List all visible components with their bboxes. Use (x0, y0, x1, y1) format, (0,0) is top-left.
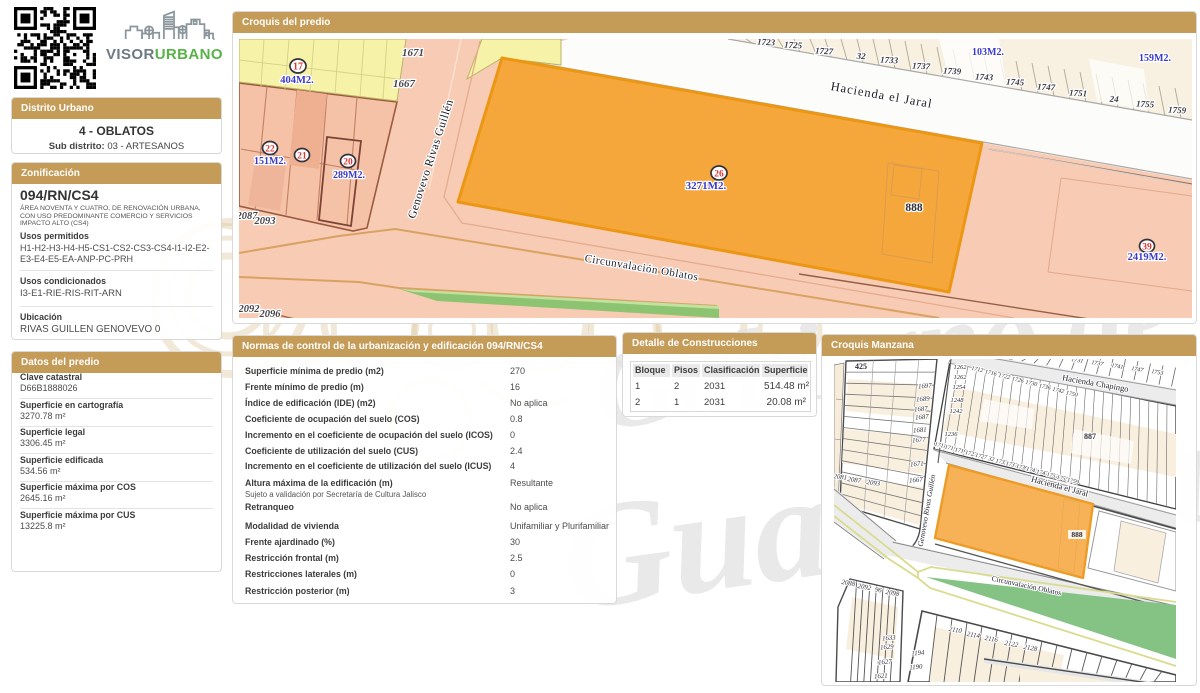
svg-text:17: 17 (293, 62, 303, 73)
svg-text:1697: 1697 (918, 382, 933, 390)
svg-text:1723: 1723 (757, 39, 776, 47)
svg-text:404M2.: 404M2. (280, 75, 314, 86)
svg-text:2096: 2096 (259, 309, 282, 318)
svg-text:1671: 1671 (910, 461, 924, 469)
svg-text:20: 20 (343, 158, 353, 168)
svg-text:1254: 1254 (953, 384, 967, 391)
svg-text:26: 26 (714, 170, 724, 180)
svg-text:1727: 1727 (815, 46, 834, 57)
svg-text:1671: 1671 (402, 47, 424, 59)
svg-text:1242: 1242 (950, 408, 964, 415)
svg-text:1687: 1687 (915, 413, 930, 421)
svg-text:103M2.: 103M2. (972, 47, 1004, 58)
svg-text:3271M2.: 3271M2. (686, 180, 727, 192)
svg-text:888: 888 (905, 202, 923, 214)
svg-text:2093: 2093 (254, 216, 276, 227)
svg-text:1190: 1190 (909, 664, 923, 672)
svg-text:1236: 1236 (945, 431, 959, 438)
svg-text:1629: 1629 (880, 643, 895, 651)
svg-text:1667: 1667 (393, 78, 416, 90)
svg-text:1681: 1681 (913, 427, 927, 435)
svg-text:1759: 1759 (1168, 105, 1187, 116)
svg-text:1262: 1262 (954, 364, 968, 371)
svg-text:1733: 1733 (880, 55, 899, 66)
svg-text:1667: 1667 (909, 476, 924, 484)
svg-text:1677: 1677 (912, 436, 927, 444)
svg-text:39: 39 (1142, 243, 1152, 253)
svg-text:21: 21 (297, 152, 307, 162)
svg-text:1633: 1633 (882, 634, 897, 642)
svg-text:1751: 1751 (1069, 88, 1087, 99)
svg-text:VISORURBANO: VISORURBANO (106, 46, 223, 62)
svg-text:1689: 1689 (916, 395, 931, 403)
svg-text:2092: 2092 (239, 304, 260, 315)
svg-text:1627: 1627 (878, 658, 893, 666)
svg-text:1739: 1739 (943, 66, 962, 77)
svg-text:1747: 1747 (1037, 82, 1056, 93)
svg-text:151M2.: 151M2. (254, 156, 286, 167)
svg-text:289M2.: 289M2. (333, 170, 365, 181)
svg-text:2419M2.: 2419M2. (1128, 252, 1167, 263)
svg-text:1737: 1737 (912, 61, 931, 72)
svg-text:1262: 1262 (954, 374, 968, 381)
svg-text:1725: 1725 (784, 40, 803, 51)
svg-text:1743: 1743 (975, 72, 994, 83)
svg-text:425: 425 (855, 362, 867, 371)
svg-text:887: 887 (1084, 432, 1096, 441)
svg-text:159M2.: 159M2. (1139, 53, 1171, 64)
svg-text:22: 22 (265, 145, 275, 155)
svg-text:1621: 1621 (874, 673, 888, 681)
svg-text:1194: 1194 (911, 650, 925, 658)
svg-text:24: 24 (1108, 94, 1119, 105)
svg-text:1248: 1248 (951, 397, 965, 404)
svg-text:1745: 1745 (1006, 77, 1025, 88)
svg-text:888: 888 (1071, 530, 1083, 539)
svg-text:1755: 1755 (1136, 99, 1155, 110)
svg-text:32: 32 (855, 51, 866, 62)
svg-text:1687: 1687 (914, 405, 929, 413)
